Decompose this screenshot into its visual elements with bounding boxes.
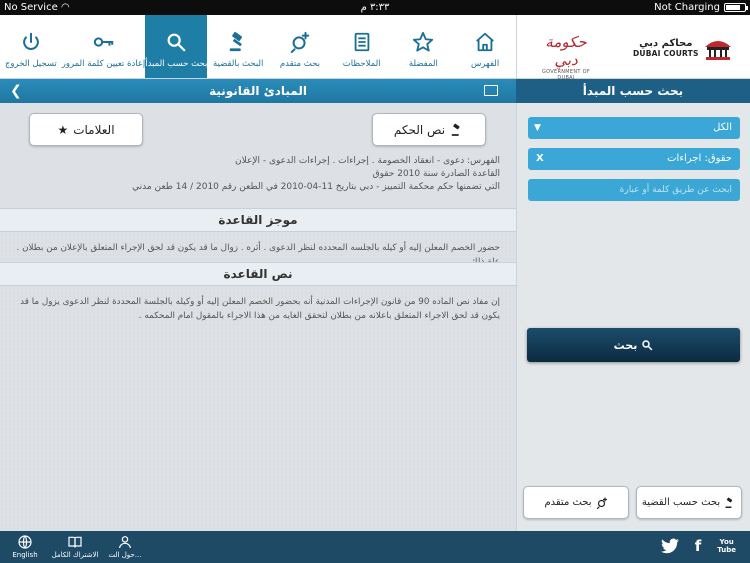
home-icon (476, 32, 494, 52)
nav-reset-password[interactable]: إعادة تعيين كلمة المرور (61, 15, 146, 78)
sidebar-title: بحث حسب المبدأ (516, 79, 750, 103)
courts-logo-ar: محاكم دبي (639, 38, 693, 49)
summary-heading: موجز القاعدة (0, 208, 516, 232)
facebook-icon[interactable]: f (695, 537, 702, 555)
gov-logo-ar: حكومة دبي (545, 33, 587, 69)
youtube-icon-top: You (719, 538, 734, 546)
gavel-icon (725, 497, 733, 508)
nav-favorites-label: المفضلة (408, 59, 438, 69)
main-title-bar: ❮ المبادئ القانونية (0, 79, 516, 103)
search-icon (167, 33, 186, 52)
nav-search-principle-label: بحث حسب المبدأ (145, 59, 208, 69)
folder-icon[interactable] (484, 85, 498, 96)
nav-favorites[interactable]: المفضلة (393, 15, 455, 78)
courts-emblem-icon (704, 41, 731, 60)
nav-index[interactable]: الفهرس (454, 15, 516, 78)
social-links: f You Tube (660, 537, 736, 555)
search-button-label: بحث (613, 338, 638, 352)
battery-status: Not Charging (654, 0, 748, 15)
bottom-nav: English الاشتراك الكامل حول الت... (0, 531, 150, 563)
nav-search-principle[interactable]: بحث حسب المبدأ (145, 15, 208, 78)
bookmarks-button[interactable]: ★ العلامات (29, 113, 143, 146)
nav-notes-label: الملاحظات (342, 59, 381, 69)
youtube-icon-bottom: Tube (717, 546, 736, 554)
search-sidebar: الكل ▼ حقوق: اجراءات X ابحث عن طريق كلمة… (516, 103, 750, 531)
chevron-left-icon[interactable]: ❮ (10, 79, 22, 103)
about-button-label: حول الت... (108, 551, 142, 559)
language-button[interactable]: English (0, 531, 50, 563)
nav-index-label: الفهرس (470, 59, 500, 69)
bottom-bar: English الاشتراك الكامل حول الت... f You… (0, 531, 750, 563)
nav-reset-password-label: إعادة تعيين كلمة المرور (61, 59, 146, 69)
search-input[interactable]: ابحث عن طريق كلمة أو عبارة (528, 179, 740, 201)
battery-text: Not Charging (654, 2, 720, 13)
search-icon (642, 340, 653, 351)
star-icon (413, 31, 434, 52)
category-select-value: الكل (713, 122, 732, 133)
dubai-courts-logo: محاكم دبي DUBAI COURTS (633, 35, 750, 61)
power-icon (23, 32, 39, 50)
user-icon (119, 536, 131, 549)
filter-chip[interactable]: حقوق: اجراءات X (528, 148, 740, 170)
filter-chip-label: حقوق: اجراءات (667, 153, 732, 164)
notes-icon (354, 32, 369, 52)
bookmarks-button-label: العلامات (73, 122, 115, 137)
key-icon (93, 37, 113, 47)
case-info-rule-year: القاعدة الصادرة سنة 2010 حقوق (372, 169, 500, 179)
search-plus-icon (290, 31, 310, 53)
summary-text: حضور الخصم المعلن إليه أو كيله بالجلسه ا… (0, 233, 516, 267)
case-info: الفهرس: دعوى - انعقاد الخصومة . إجراءات … (20, 155, 500, 194)
case-info-judgment: التي تضمنها حكم محكمة التمييز - دبي بتار… (132, 182, 500, 192)
status-bar: No Service ◠ ٣:٣٣ م Not Charging (0, 0, 750, 15)
gavel-icon (229, 31, 243, 52)
search-plus-icon (596, 496, 607, 509)
twitter-icon[interactable] (660, 538, 679, 554)
judgment-text-button-label: نص الحكم (393, 122, 446, 137)
globe-icon (18, 535, 32, 549)
page-title: المبادئ القانونية (209, 84, 307, 98)
case-info-index: الفهرس: دعوى - انعقاد الخصومة . إجراءات … (235, 156, 500, 166)
action-buttons: ★ العلامات نص الحكم (0, 113, 516, 149)
rule-text: إن مفاد نص الماده 90 من قانون الإجراءات … (0, 287, 516, 531)
nav-advanced-search[interactable]: بحث متقدم (269, 15, 331, 78)
nav-logout-label: تسجيل الخروج (4, 59, 57, 69)
nav-case-search-label: البحث بالقضية (212, 59, 264, 69)
judgment-text-button[interactable]: نص الحكم (372, 113, 486, 146)
main-content: ★ العلامات نص الحكم الفهرس: دعوى - انعقا… (0, 103, 516, 531)
logo-area: حكومة دبي GOVERNMENT OF DUBAI محاكم دبي … (516, 15, 750, 81)
rule-heading: نص القاعدة (0, 262, 516, 286)
search-button[interactable]: بحث (527, 328, 740, 362)
category-select[interactable]: الكل ▼ (528, 117, 740, 139)
star-filled-icon: ★ (57, 122, 69, 137)
case-search-button-label: بحث حسب القضية (641, 497, 721, 508)
nav-notes[interactable]: الملاحظات (331, 15, 393, 78)
case-search-button[interactable]: بحث حسب القضية (636, 486, 742, 519)
advanced-search-button-label: بحث متقدم (544, 497, 592, 508)
full-subscription-button[interactable]: الاشتراك الكامل (50, 531, 100, 563)
gavel-icon (451, 123, 460, 136)
chevron-down-icon: ▼ (534, 123, 541, 133)
youtube-icon[interactable]: You Tube (717, 538, 736, 554)
nav-case-search[interactable]: البحث بالقضية (207, 15, 269, 78)
book-icon (68, 536, 82, 548)
language-button-label: English (12, 551, 38, 559)
nav-advanced-search-label: بحث متقدم (279, 59, 320, 69)
battery-icon (724, 3, 748, 12)
clock: ٣:٣٣ م (360, 2, 390, 13)
about-button[interactable]: حول الت... (100, 531, 150, 563)
top-nav: تسجيل الخروج إعادة تعيين كلمة المرور بحث… (0, 15, 516, 79)
clear-filter-icon[interactable]: X (536, 148, 544, 170)
nav-logout[interactable]: تسجيل الخروج (0, 15, 62, 78)
full-subscription-label: الاشتراك الكامل (51, 551, 99, 559)
advanced-search-button[interactable]: بحث متقدم (523, 486, 629, 519)
courts-logo-en: DUBAI COURTS (633, 49, 699, 58)
government-of-dubai-logo: حكومة دبي GOVERNMENT OF DUBAI (535, 33, 597, 81)
search-input-placeholder: ابحث عن طريق كلمة أو عبارة (619, 185, 732, 195)
